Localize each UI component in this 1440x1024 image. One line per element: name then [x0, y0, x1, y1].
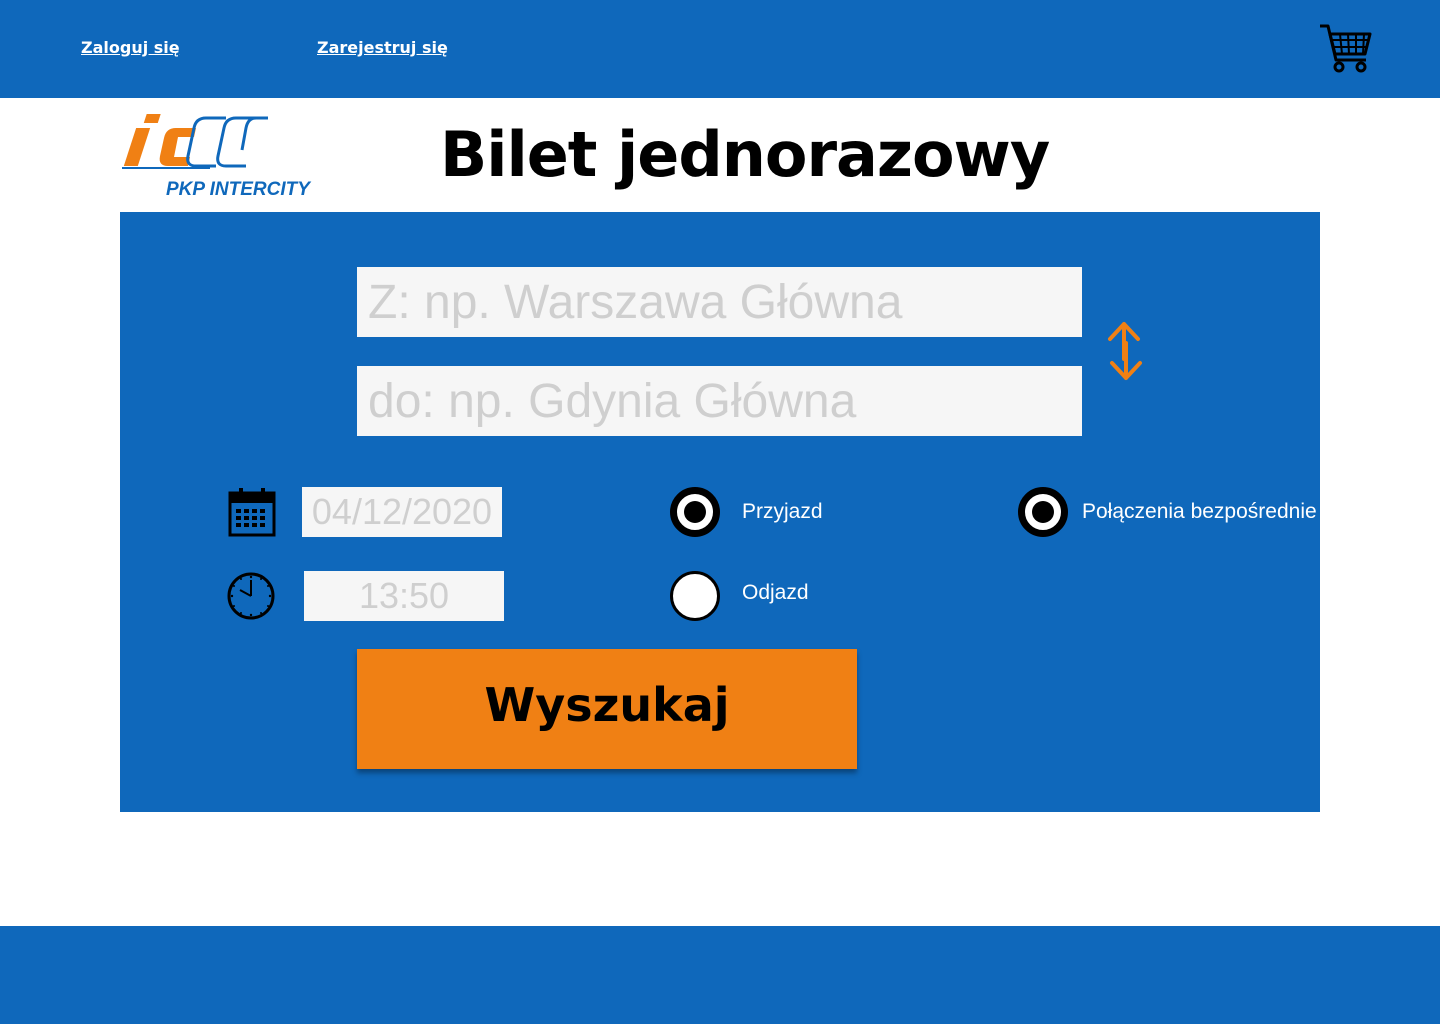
time-input[interactable] [304, 571, 504, 621]
top-bar: Zaloguj się Zarejestruj się [0, 0, 1440, 98]
departure-label[interactable]: Odjazd [742, 581, 809, 605]
from-station-input[interactable] [357, 267, 1082, 337]
direct-connections-radio[interactable] [1018, 487, 1068, 537]
calendar-icon[interactable] [228, 487, 276, 537]
footer-bar [0, 926, 1440, 1024]
radio-dot [1032, 501, 1054, 523]
logo-text: PKP INTERCITY [166, 179, 312, 200]
search-panel: Przyjazd Odjazd Połączenia bezpośrednie … [120, 212, 1320, 812]
shopping-cart-icon[interactable] [1318, 22, 1372, 74]
login-link[interactable]: Zaloguj się [81, 38, 180, 57]
date-input[interactable] [302, 487, 502, 537]
swap-arrows-icon[interactable] [1100, 319, 1150, 383]
search-button[interactable]: Wyszukaj [357, 649, 857, 769]
register-link[interactable]: Zarejestruj się [317, 38, 448, 57]
departure-radio[interactable] [670, 571, 720, 621]
pkp-intercity-logo: PKP INTERCITY [122, 114, 312, 200]
page-title: Bilet jednorazowy [440, 118, 1050, 191]
arrival-radio[interactable] [670, 487, 720, 537]
direct-connections-label[interactable]: Połączenia bezpośrednie [1082, 500, 1317, 524]
arrival-label[interactable]: Przyjazd [742, 500, 823, 524]
to-station-input[interactable] [357, 366, 1082, 436]
radio-dot [684, 501, 706, 523]
clock-icon[interactable] [226, 570, 276, 622]
